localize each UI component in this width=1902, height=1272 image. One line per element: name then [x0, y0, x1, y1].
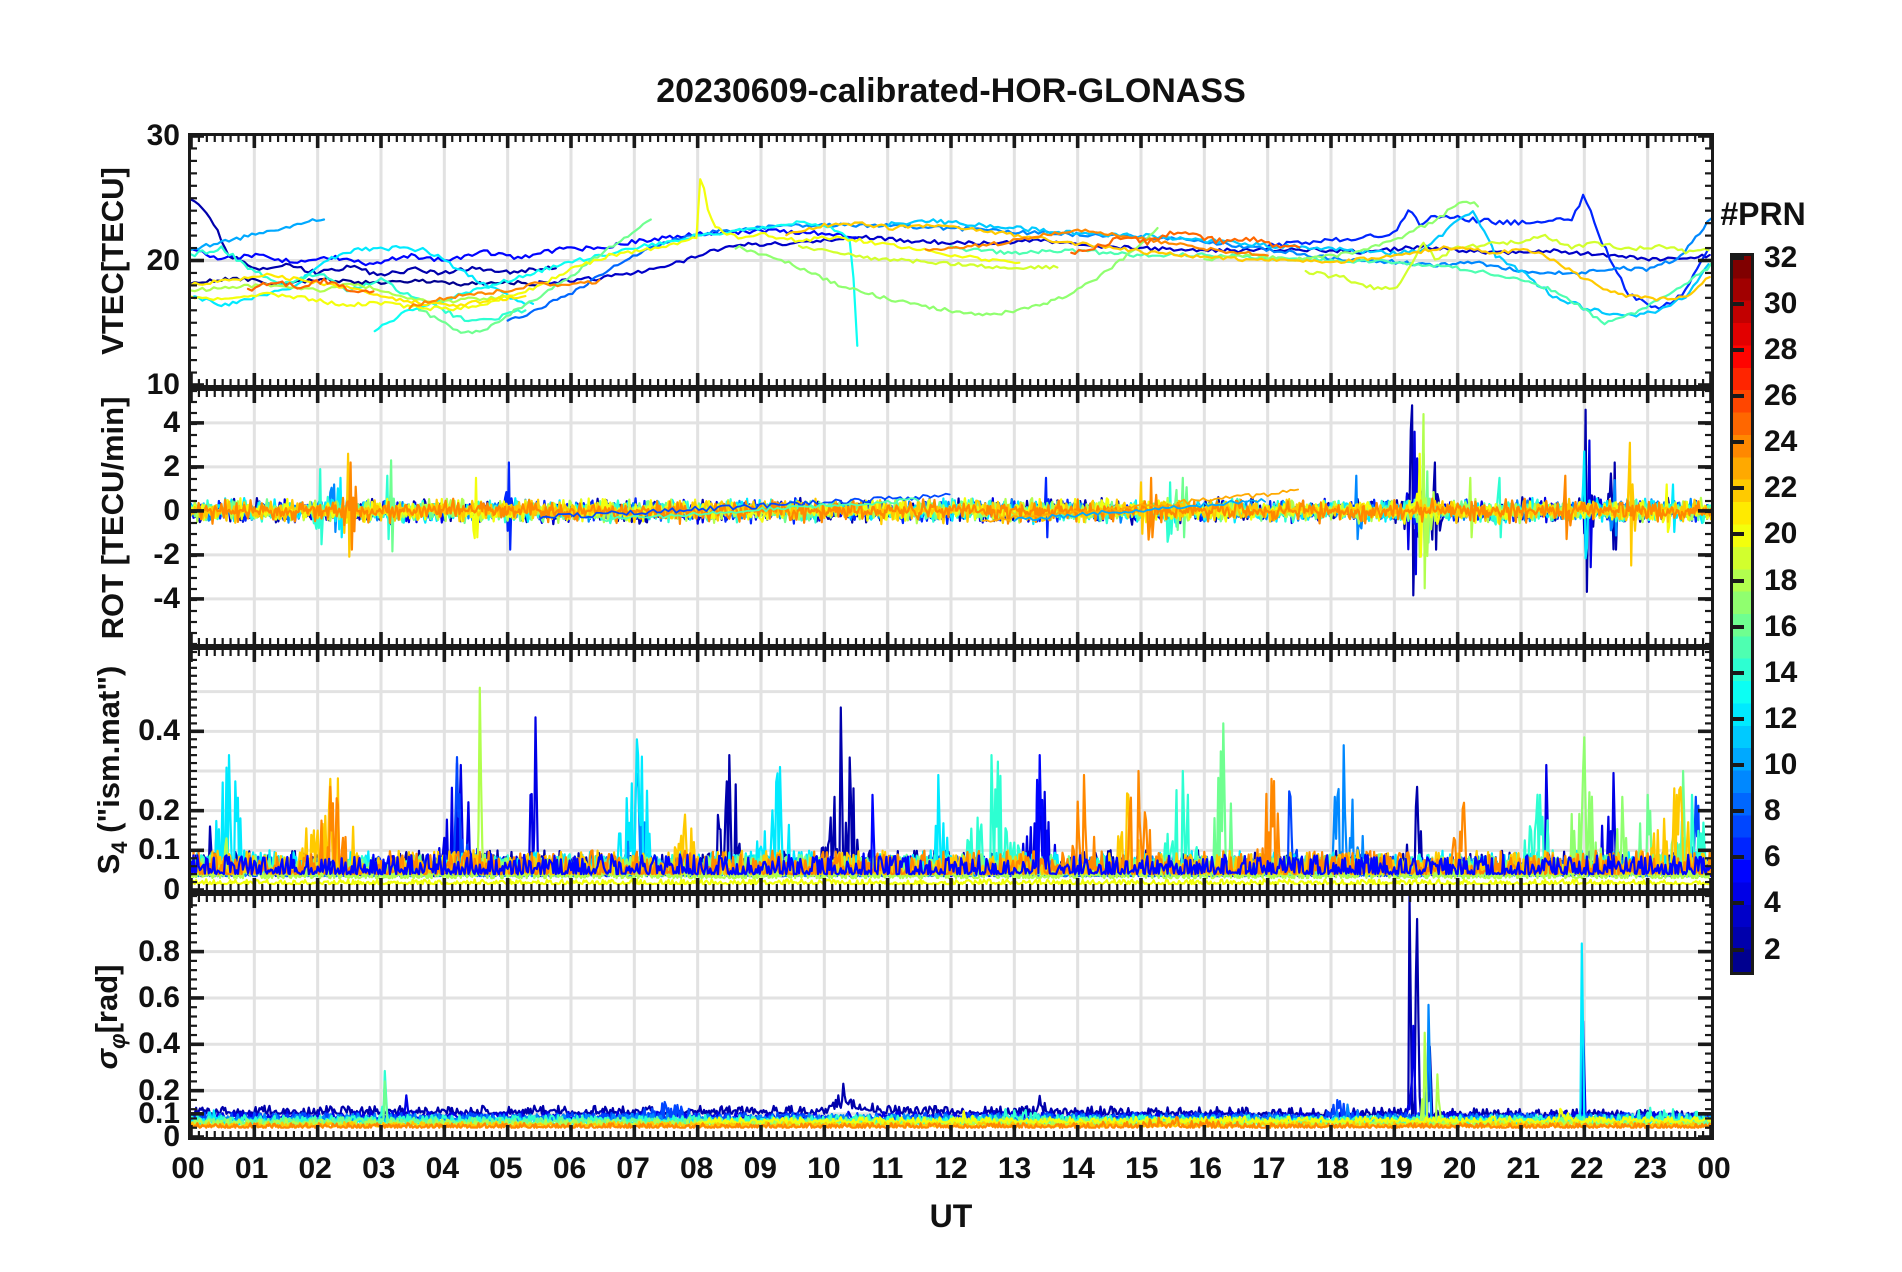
panel-sigmaphi — [188, 893, 1714, 1140]
y-tick-label: 4 — [163, 405, 180, 439]
colorbar-tick — [1733, 624, 1744, 629]
colorbar-tick — [1733, 440, 1744, 445]
panel-rot — [188, 388, 1714, 647]
y-tick-label: -2 — [153, 537, 180, 571]
colorbar-tick — [1733, 255, 1744, 260]
colorbar-tick — [1733, 716, 1744, 721]
y-tick-label: 0.1 — [138, 833, 180, 867]
colorbar-tick — [1733, 578, 1744, 583]
colorbar-tick-label: 10 — [1764, 748, 1798, 782]
y-tick-label: 0.2 — [138, 1073, 180, 1107]
colorbar-tick-label: 20 — [1764, 517, 1798, 551]
colorbar-tick-label: 22 — [1764, 471, 1798, 505]
y-tick-label: 0.4 — [138, 714, 180, 748]
figure-canvas: 20230609-calibrated-HOR-GLONASS VTEC[TEC… — [0, 0, 1902, 1272]
colorbar-tick — [1733, 947, 1744, 952]
x-tick-label: 00 — [1697, 1152, 1731, 1185]
colorbar-tick-label: 4 — [1764, 886, 1781, 920]
colorbar-tick-label: 30 — [1764, 286, 1798, 320]
y-tick-label: 0.4 — [138, 1027, 180, 1061]
colorbar-tick — [1733, 301, 1744, 306]
y-tick-label: 0.6 — [138, 980, 180, 1014]
colorbar-tick-label: 26 — [1764, 379, 1798, 413]
y-tick-label: 10 — [146, 368, 180, 401]
y-tick-label: 0.8 — [138, 934, 180, 968]
y-tick-label: 0.2 — [138, 793, 180, 827]
colorbar-tick — [1733, 486, 1744, 491]
colorbar-tick — [1733, 394, 1744, 399]
colorbar-tick — [1733, 855, 1744, 860]
colorbar — [1730, 253, 1754, 975]
colorbar-tick — [1733, 670, 1744, 675]
colorbar-tick-label: 2 — [1764, 932, 1781, 966]
colorbar-tick — [1733, 809, 1744, 814]
colorbar-title: #PRN — [1720, 196, 1806, 232]
colorbar-tick — [1733, 532, 1744, 537]
y-tick-label: 30 — [146, 119, 180, 152]
colorbar-tick — [1733, 763, 1744, 768]
chart-title: 20230609-calibrated-HOR-GLONASS — [656, 72, 1246, 110]
colorbar-tick-label: 16 — [1764, 609, 1798, 643]
y-tick-label: 0 — [163, 873, 180, 906]
x-axis-label: UT — [929, 1198, 973, 1234]
colorbar-tick-label: 32 — [1764, 240, 1798, 274]
panel-vtec — [188, 133, 1714, 388]
colorbar-tick-label: 12 — [1764, 701, 1798, 735]
y-tick-label: 0 — [163, 493, 180, 527]
y-tick-label: -4 — [153, 581, 180, 615]
colorbar-tick-label: 28 — [1764, 332, 1798, 366]
panel-s4 — [188, 647, 1714, 893]
y-tick-label: 20 — [146, 243, 180, 277]
colorbar-tick-label: 6 — [1764, 840, 1781, 874]
colorbar-tick-label: 24 — [1764, 425, 1798, 459]
series-prn-10 — [191, 218, 326, 252]
colorbar-tick-label: 18 — [1764, 563, 1798, 597]
colorbar-tick-label: 14 — [1764, 655, 1798, 689]
y-tick-label: 2 — [163, 449, 180, 483]
colorbar-tick-label: 8 — [1764, 794, 1781, 828]
colorbar-tick — [1733, 901, 1744, 906]
colorbar-tick — [1733, 347, 1744, 352]
